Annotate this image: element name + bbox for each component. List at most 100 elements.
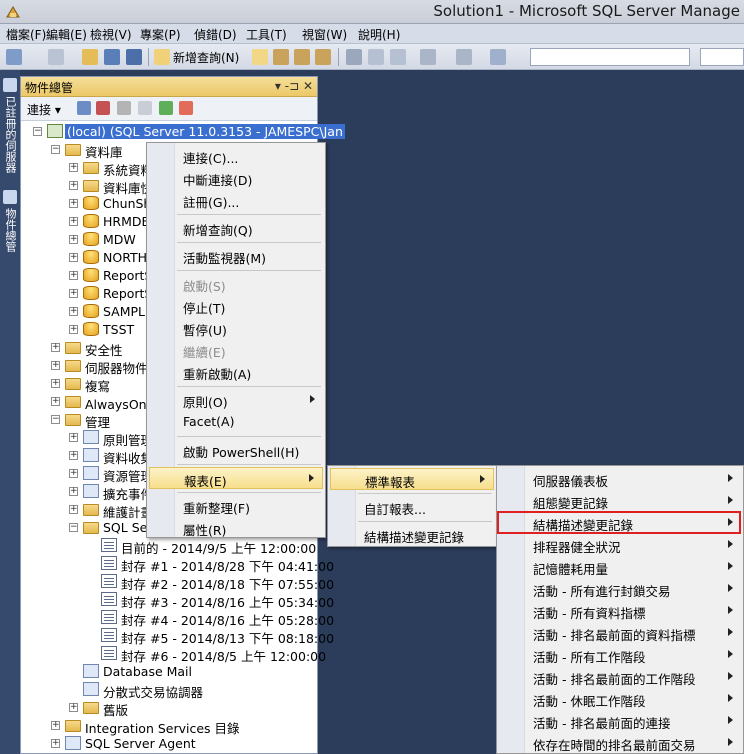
analysis-dmx-query-icon[interactable] <box>294 49 310 65</box>
menu-item[interactable]: 組態變更記錄 <box>499 490 741 512</box>
expand-toggle[interactable]: + <box>51 361 60 370</box>
menu-item[interactable]: 原則(O) <box>149 389 323 411</box>
tree-node[interactable]: 封存 #2 - 2014/8/18 下午 07:55:00 <box>21 573 334 592</box>
tree-node[interactable]: 封存 #6 - 2014/8/5 上午 12:00:00 <box>21 645 326 664</box>
expand-toggle[interactable]: + <box>69 505 78 514</box>
menu-5[interactable]: 工具(T) <box>246 26 287 43</box>
tree-node[interactable]: 封存 #4 - 2014/8/16 上午 05:28:00 <box>21 609 334 628</box>
expand-toggle[interactable]: + <box>69 469 78 478</box>
tree-node[interactable]: 封存 #3 - 2014/8/16 上午 05:34:00 <box>21 591 334 610</box>
menu-item[interactable]: 活動 - 排名最前面的工作階段 <box>499 666 741 688</box>
tree-node[interactable]: 封存 #1 - 2014/8/28 下午 04:41:00 <box>21 555 334 574</box>
activity-monitor-icon[interactable] <box>179 101 193 115</box>
menu-item[interactable]: 活動 - 所有進行封鎖交易 <box>499 578 741 600</box>
tree-node[interactable]: 封存 #5 - 2014/8/13 下午 08:18:00 <box>21 627 334 646</box>
expand-toggle[interactable]: + <box>69 451 78 460</box>
save-icon[interactable] <box>104 49 120 65</box>
expand-toggle[interactable]: + <box>69 181 78 190</box>
menu-6[interactable]: 視窗(W) <box>302 26 347 43</box>
expand-toggle[interactable]: + <box>69 289 78 298</box>
menu-item[interactable]: 暫停(U) <box>149 317 323 339</box>
open-file-icon[interactable] <box>82 49 98 65</box>
new-project-icon[interactable] <box>6 49 22 65</box>
find-box[interactable] <box>700 48 744 66</box>
add-item-icon[interactable] <box>48 49 64 65</box>
menu-item[interactable]: 連接(C)... <box>149 145 323 167</box>
menu-3[interactable]: 專案(P) <box>140 26 181 43</box>
expand-toggle[interactable]: + <box>69 199 78 208</box>
expand-toggle[interactable]: + <box>51 721 60 730</box>
expand-toggle[interactable]: + <box>69 271 78 280</box>
menu-2[interactable]: 檢視(V) <box>90 26 132 43</box>
menu-item[interactable]: 活動 - 所有資料指標 <box>499 600 741 622</box>
expand-toggle[interactable]: + <box>51 343 60 352</box>
menu-4[interactable]: 偵錯(D) <box>194 26 237 43</box>
tree-node[interactable]: + 舊版 <box>21 699 317 718</box>
menu-item[interactable]: Facet(A) <box>149 411 323 433</box>
collapse-toggle[interactable]: − <box>33 127 42 136</box>
menu-item[interactable]: 活動監視器(M) <box>149 245 323 267</box>
expand-toggle[interactable]: + <box>51 739 60 748</box>
menu-item[interactable]: 結構描述變更記錄 <box>330 524 494 546</box>
tree-node[interactable]: + Integration Services 目錄 <box>21 717 317 736</box>
tree-node[interactable]: + SQL Server Agent <box>21 735 317 753</box>
expand-toggle[interactable]: + <box>69 253 78 262</box>
menu-item[interactable]: 伺服器儀表板 <box>499 468 741 490</box>
panel-window-buttons[interactable]: ▾ ‑⊐ ✕ <box>275 79 313 93</box>
filter-icon[interactable] <box>138 101 152 115</box>
copy-icon[interactable] <box>368 49 384 65</box>
new-query-button[interactable]: 新增查詢(N) <box>173 49 239 66</box>
tree-node[interactable]: 分散式交易協調器 <box>21 681 317 700</box>
ssms-app-icon[interactable] <box>4 3 22 21</box>
menu-item[interactable]: 啟動(S) <box>149 273 323 295</box>
menu-item[interactable]: 活動 - 所有工作階段 <box>499 644 741 666</box>
analysis-mdx-query-icon[interactable] <box>273 49 289 65</box>
expand-toggle[interactable]: + <box>69 217 78 226</box>
tree-node[interactable]: Database Mail <box>21 663 317 681</box>
expand-toggle[interactable]: + <box>69 235 78 244</box>
solution-config-dropdown[interactable] <box>530 48 690 66</box>
menu-item[interactable]: 新增查詢(Q) <box>149 217 323 239</box>
menu-item[interactable]: 報表(E) <box>149 467 323 489</box>
connect-button[interactable]: 連接 ▾ <box>27 101 61 118</box>
menu-item[interactable]: 重新整理(F) <box>149 495 323 517</box>
menu-7[interactable]: 說明(H) <box>358 26 400 43</box>
menu-item[interactable]: 重新啟動(A) <box>149 361 323 383</box>
collapse-toggle[interactable]: − <box>69 523 78 532</box>
tree-root-row[interactable]: − (local) (SQL Server 11.0.3153 - JAMESP… <box>21 123 345 141</box>
analysis-xmla-query-icon[interactable] <box>315 49 331 65</box>
menu-item[interactable]: 中斷連接(D) <box>149 167 323 189</box>
expand-toggle[interactable]: + <box>69 433 78 442</box>
db-engine-query-icon[interactable] <box>252 49 268 65</box>
menu-item[interactable]: 排程器健全狀況 <box>499 534 741 556</box>
menu-item[interactable]: 活動 - 排名最前面的資料指標 <box>499 622 741 644</box>
tab-registered-servers[interactable]: 已註冊的伺服器 <box>2 96 18 186</box>
undo-icon[interactable] <box>420 49 436 65</box>
expand-toggle[interactable]: + <box>69 703 78 712</box>
expand-toggle[interactable]: + <box>69 325 78 334</box>
new-query-icon[interactable] <box>154 49 170 65</box>
collapse-toggle[interactable]: − <box>51 145 60 154</box>
menu-1[interactable]: 編輯(E) <box>46 26 87 43</box>
cut-icon[interactable] <box>346 49 362 65</box>
menu-item[interactable]: 自訂報表... <box>330 496 494 518</box>
stop-icon[interactable] <box>117 101 131 115</box>
expand-toggle[interactable]: + <box>69 307 78 316</box>
expand-toggle[interactable]: + <box>51 397 60 406</box>
menu-item[interactable]: 記憶體耗用量 <box>499 556 741 578</box>
save-all-icon[interactable] <box>126 49 142 65</box>
collapse-toggle[interactable]: − <box>51 415 60 424</box>
expand-toggle[interactable]: + <box>69 163 78 172</box>
expand-toggle[interactable]: + <box>51 379 60 388</box>
menu-item[interactable]: 停止(T) <box>149 295 323 317</box>
tree-node[interactable]: 目前的 - 2014/9/5 上午 12:00:00 <box>21 537 317 556</box>
refresh-icon[interactable] <box>159 101 173 115</box>
menu-item[interactable]: 依存在時間的排名最前面交易 <box>499 732 741 754</box>
redo-icon[interactable] <box>456 49 472 65</box>
menu-item[interactable]: 啟動 PowerShell(H) <box>149 439 323 461</box>
menu-item[interactable]: 屬性(R) <box>149 517 323 539</box>
disconnect-icon[interactable] <box>96 101 110 115</box>
menu-item[interactable]: 活動 - 休眠工作階段 <box>499 688 741 710</box>
connect-icon[interactable] <box>77 101 91 115</box>
tab-object-explorer[interactable]: 物件總管 <box>2 208 18 268</box>
